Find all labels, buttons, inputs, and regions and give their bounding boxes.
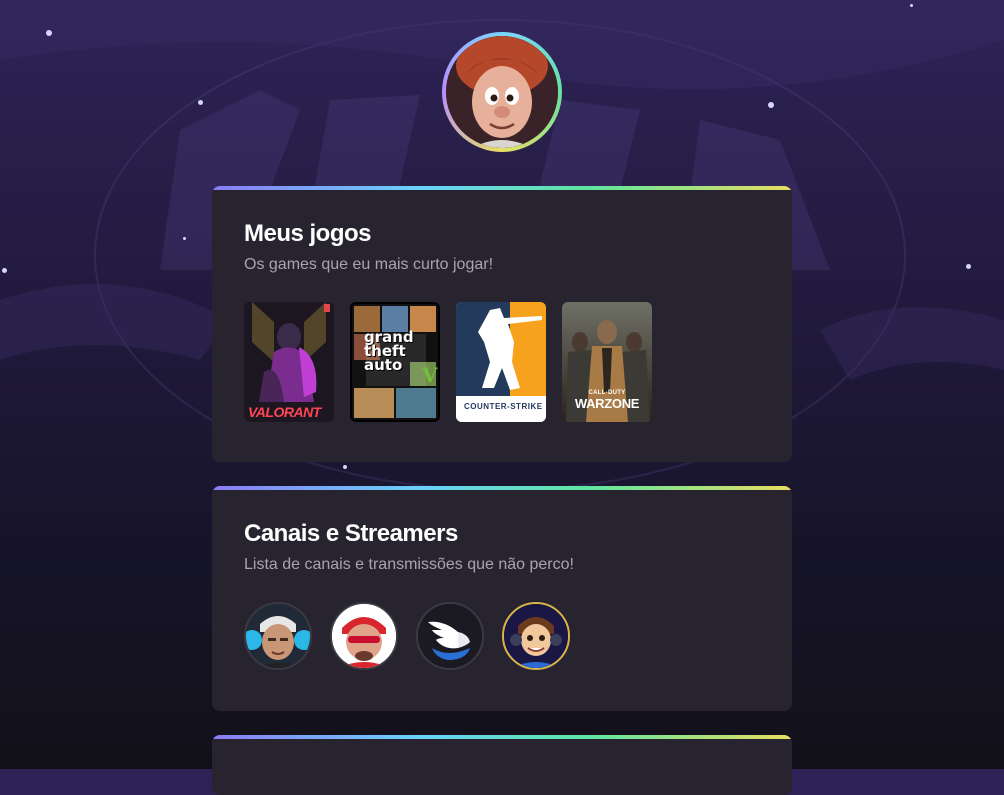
games-card-subtitle: Os games que eu mais curto jogar! xyxy=(244,256,494,273)
profile-avatar[interactable] xyxy=(442,32,562,152)
channels-card-title: Canais e Streamers xyxy=(244,520,458,547)
star xyxy=(183,237,186,240)
gta-numeral: V xyxy=(421,363,438,387)
gta-logo-line: auto xyxy=(364,356,403,374)
star xyxy=(768,102,774,108)
warzone-logo-main: WARZONE xyxy=(574,396,640,411)
games-list: VALORANT V grand theft auto COUNTER-STRI… xyxy=(244,302,652,422)
cartoon-streamer-avatar-icon[interactable] xyxy=(502,602,570,670)
next-section-card xyxy=(212,735,792,795)
wing-logo-channel-icon[interactable] xyxy=(416,602,484,670)
profile-avatar-icon xyxy=(446,36,558,148)
star xyxy=(343,465,347,469)
streamer-1-avatar-icon[interactable] xyxy=(244,602,312,670)
warzone-logo: CALL·DUTY WARZONE xyxy=(562,390,652,411)
gta-cover-icon[interactable]: V grand theft auto xyxy=(350,302,440,422)
counter-strike-logo-text: COUNTER-STRIKE xyxy=(464,402,543,411)
warzone-cover-icon[interactable]: CALL·DUTY WARZONE xyxy=(562,302,652,422)
valorant-logo-text: VALORANT xyxy=(248,404,321,420)
star xyxy=(966,264,971,269)
star xyxy=(46,30,52,36)
games-card: Meus jogos Os games que eu mais curto jo… xyxy=(212,186,792,462)
games-card-title: Meus jogos xyxy=(244,220,372,247)
counter-strike-cover-icon[interactable]: COUNTER-STRIKE xyxy=(456,302,546,422)
star xyxy=(2,268,7,273)
star xyxy=(198,100,203,105)
valorant-cover-icon[interactable]: VALORANT xyxy=(244,302,334,422)
channels-list xyxy=(244,602,570,670)
channels-card: Canais e Streamers Lista de canais e tra… xyxy=(212,486,792,711)
gta-logo: grand theft auto xyxy=(364,330,414,374)
channels-card-subtitle: Lista de canais e transmissões que não p… xyxy=(244,556,574,573)
star xyxy=(910,4,913,7)
streamer-2-avatar-icon[interactable] xyxy=(330,602,398,670)
